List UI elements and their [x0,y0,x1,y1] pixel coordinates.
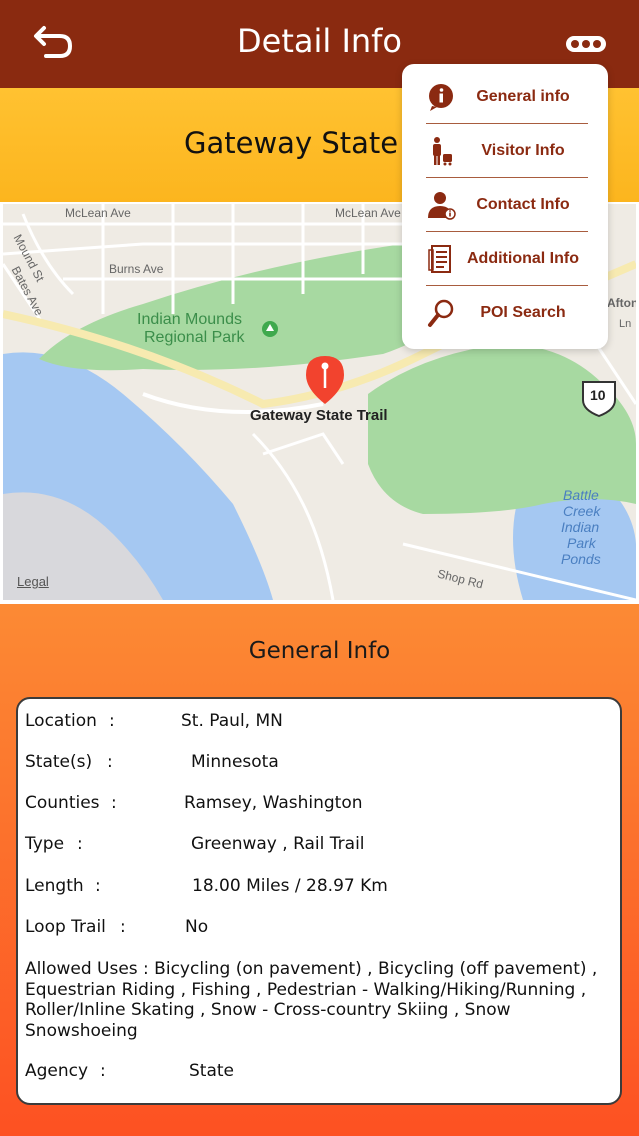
states-value: Minnesota [191,752,279,772]
menu-item-contact-info[interactable]: Contact Info [422,178,588,232]
info-icon [429,84,453,111]
traveler-icon [433,137,452,166]
allowed-uses-text: Allowed Uses : Bicycling (on pavement) ,… [25,959,598,1041]
counties-row: Counties : [25,793,117,813]
lake-label: Indian [561,519,600,535]
more-options-button[interactable] [564,32,608,56]
street-label: Ln [619,318,632,330]
legal-link[interactable]: Legal [17,574,49,589]
options-menu: General info Visitor Info Contact Info A… [402,64,608,349]
separator: : [100,1061,106,1081]
menu-item-visitor-info[interactable]: Visitor Info [422,124,588,178]
lake-label: Ponds [561,551,601,567]
menu-item-label: Visitor Info [481,142,565,159]
agency-row: Agency : [25,1061,106,1081]
menu-item-label: Contact Info [476,196,570,213]
agency-label: Agency [25,1061,89,1081]
separator: : [77,834,83,854]
loop-trail-label: Loop Trail [25,917,106,937]
section-heading: General Info [248,638,391,664]
loop-trail-row: Loop Trail : [25,917,126,937]
menu-item-general-info[interactable]: General info [422,70,588,124]
counties-label: Counties [25,793,100,813]
location-row: Location : [25,711,115,731]
separator: : [107,752,113,772]
park-label: Regional Park [144,329,245,346]
street-label: Afton [607,296,636,310]
menu-item-label: Additional Info [467,250,579,267]
menu-item-additional-info[interactable]: Additional Info [422,232,588,286]
lake-label: Battle [563,487,599,503]
street-label: McLean Ave [65,206,131,220]
loop-trail-value: No [185,917,209,937]
more-dots-icon [566,36,606,52]
menu-item-label: General info [476,88,570,105]
magnifier-icon [428,299,454,327]
agency-value: State [189,1061,234,1081]
counties-value: Ramsey, Washington [184,793,363,813]
contact-person-icon [428,192,456,220]
park-label: Indian Mounds [137,311,242,328]
menu-item-poi-search[interactable]: POI Search [422,286,586,340]
street-label: Burns Ave [109,262,164,276]
type-value: Greenway , Rail Trail [191,834,365,854]
separator: : [109,711,115,731]
states-row: State(s) : [25,752,113,772]
type-label: Type [25,834,65,854]
length-value: 18.00 Miles / 28.97 Km [192,876,388,896]
page-title: Detail Info [237,22,402,60]
length-row: Length : [25,876,101,896]
separator: : [95,876,101,896]
separator: : [111,793,117,813]
info-card: Location : St. Paul, MN State(s) : Minne… [16,697,622,1105]
pin-label: Gateway State Trail [250,407,388,424]
lake-label: Park [567,535,596,551]
menu-item-label: POI Search [480,304,566,321]
lake-label: Creek [563,503,601,519]
separator: : [120,917,126,937]
location-label: Location [25,711,97,731]
document-icon [428,245,451,273]
length-label: Length [25,876,84,896]
states-label: State(s) [25,752,93,772]
highway-shield-label: 10 [590,387,606,403]
location-value: St. Paul, MN [181,711,283,731]
street-label: McLean Ave [335,206,401,220]
type-row: Type : [25,834,83,854]
